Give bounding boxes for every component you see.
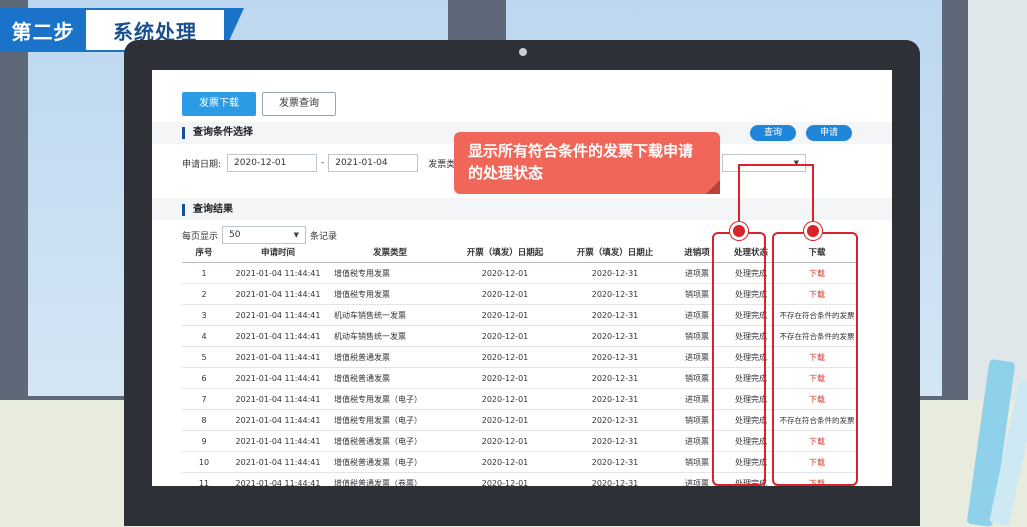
cell-invoice-type: 增值税专用发票 <box>330 283 450 305</box>
cell-index: 5 <box>182 346 226 368</box>
cell-date-start: 2020-12-01 <box>450 430 560 452</box>
cell-invoice-type: 增值税普通发票 <box>330 346 450 368</box>
cell-date-start: 2020-12-01 <box>450 262 560 284</box>
apply-button[interactable]: 申请 <box>806 125 852 141</box>
query-button[interactable]: 查询 <box>750 125 796 141</box>
step-number: 第二步 <box>0 8 86 52</box>
cell-apply-time: 2021-01-04 11:44:41 <box>226 388 330 410</box>
cell-invoice-type: 增值税普通发票（电子） <box>330 430 450 452</box>
cell-apply-time: 2021-01-04 11:44:41 <box>226 451 330 473</box>
date-to-input[interactable]: 2021-01-04 <box>328 154 419 172</box>
pointer-dot <box>804 222 822 240</box>
chevron-down-icon: ▼ <box>293 231 300 239</box>
cell-apply-time: 2021-01-04 11:44:41 <box>226 472 330 486</box>
cell-apply-time: 2021-01-04 11:44:41 <box>226 346 330 368</box>
cell-apply-time: 2021-01-04 11:44:41 <box>226 262 330 284</box>
tab-bar: 发票下载 发票查询 <box>182 92 336 116</box>
page-size-value: 50 <box>229 230 241 240</box>
cell-invoice-type: 增值税专用发票 <box>330 262 450 284</box>
connector-line <box>738 164 814 166</box>
col-header-index: 序号 <box>182 242 226 263</box>
connector-line <box>812 164 814 222</box>
cell-date-end: 2020-12-31 <box>560 325 670 347</box>
tab-invoice-download[interactable]: 发票下载 <box>182 92 256 116</box>
invoice-type-select[interactable]: ▼ <box>722 154 806 172</box>
connector-line <box>738 164 740 208</box>
camera-icon <box>519 48 527 56</box>
cell-apply-time: 2021-01-04 11:44:41 <box>226 430 330 452</box>
page-size-prefix: 每页显示 <box>182 231 219 242</box>
cell-invoice-type: 增值税专用发票（电子） <box>330 388 450 410</box>
cell-index: 8 <box>182 409 226 431</box>
cell-date-end: 2020-12-31 <box>560 472 670 486</box>
date-separator: - <box>321 158 325 168</box>
cell-index: 2 <box>182 283 226 305</box>
cell-index: 6 <box>182 367 226 389</box>
cell-date-start: 2020-12-01 <box>450 346 560 368</box>
col-header-date-start: 开票（填发）日期起 <box>450 242 560 263</box>
query-form-row: 申请日期: 2020-12-01 - 2021-01-04 发票类 <box>182 154 455 172</box>
callout-bubble: 显示所有符合条件的发票下载申请的处理状态 <box>454 132 720 194</box>
results-section-bg <box>152 198 892 220</box>
cell-date-start: 2020-12-01 <box>450 325 560 347</box>
cell-invoice-type: 增值税普通发票（卷票） <box>330 472 450 486</box>
cell-apply-time: 2021-01-04 11:44:41 <box>226 325 330 347</box>
cell-index: 3 <box>182 304 226 326</box>
cell-invoice-type: 增值税专用发票（电子） <box>330 409 450 431</box>
cell-index: 11 <box>182 472 226 486</box>
col-header-date-end: 开票（填发）日期止 <box>560 242 670 263</box>
cell-date-end: 2020-12-31 <box>560 304 670 326</box>
cell-index: 10 <box>182 451 226 473</box>
cell-invoice-type: 增值税普通发票（电子） <box>330 451 450 473</box>
cell-date-end: 2020-12-31 <box>560 346 670 368</box>
invoice-type-label: 发票类 <box>428 159 456 170</box>
cell-date-start: 2020-12-01 <box>450 283 560 305</box>
cell-invoice-type: 增值税普通发票 <box>330 367 450 389</box>
col-header-invoice-type: 发票类型 <box>330 242 450 263</box>
cell-date-end: 2020-12-31 <box>560 409 670 431</box>
results-section-title: 查询结果 <box>182 204 233 216</box>
callout-fold <box>706 180 720 194</box>
cell-invoice-type: 机动车销售统一发票 <box>330 325 450 347</box>
cell-index: 7 <box>182 388 226 410</box>
cell-date-start: 2020-12-01 <box>450 388 560 410</box>
cell-date-end: 2020-12-31 <box>560 451 670 473</box>
cell-date-end: 2020-12-31 <box>560 283 670 305</box>
cell-date-end: 2020-12-31 <box>560 430 670 452</box>
cell-apply-time: 2021-01-04 11:44:41 <box>226 283 330 305</box>
cell-apply-time: 2021-01-04 11:44:41 <box>226 304 330 326</box>
date-label: 申请日期: <box>182 159 222 170</box>
cell-index: 4 <box>182 325 226 347</box>
cell-index: 9 <box>182 430 226 452</box>
cell-date-start: 2020-12-01 <box>450 451 560 473</box>
status-column-highlight <box>712 232 766 486</box>
cell-date-end: 2020-12-31 <box>560 388 670 410</box>
page-size-suffix: 条记录 <box>310 231 338 242</box>
cell-date-start: 2020-12-01 <box>450 472 560 486</box>
cell-apply-time: 2021-01-04 11:44:41 <box>226 367 330 389</box>
cell-apply-time: 2021-01-04 11:44:41 <box>226 409 330 431</box>
cell-date-end: 2020-12-31 <box>560 367 670 389</box>
tab-invoice-query[interactable]: 发票查询 <box>262 92 336 116</box>
download-column-highlight <box>772 232 858 486</box>
cell-date-start: 2020-12-01 <box>450 367 560 389</box>
cell-invoice-type: 机动车销售统一发票 <box>330 304 450 326</box>
cell-date-start: 2020-12-01 <box>450 304 560 326</box>
query-section-title: 查询条件选择 <box>182 127 253 139</box>
col-header-apply-time: 申请时间 <box>226 242 330 263</box>
cell-date-end: 2020-12-31 <box>560 262 670 284</box>
pointer-dot <box>730 222 748 240</box>
cell-index: 1 <box>182 262 226 284</box>
cell-date-start: 2020-12-01 <box>450 409 560 431</box>
date-from-input[interactable]: 2020-12-01 <box>227 154 318 172</box>
chevron-down-icon: ▼ <box>793 159 799 167</box>
